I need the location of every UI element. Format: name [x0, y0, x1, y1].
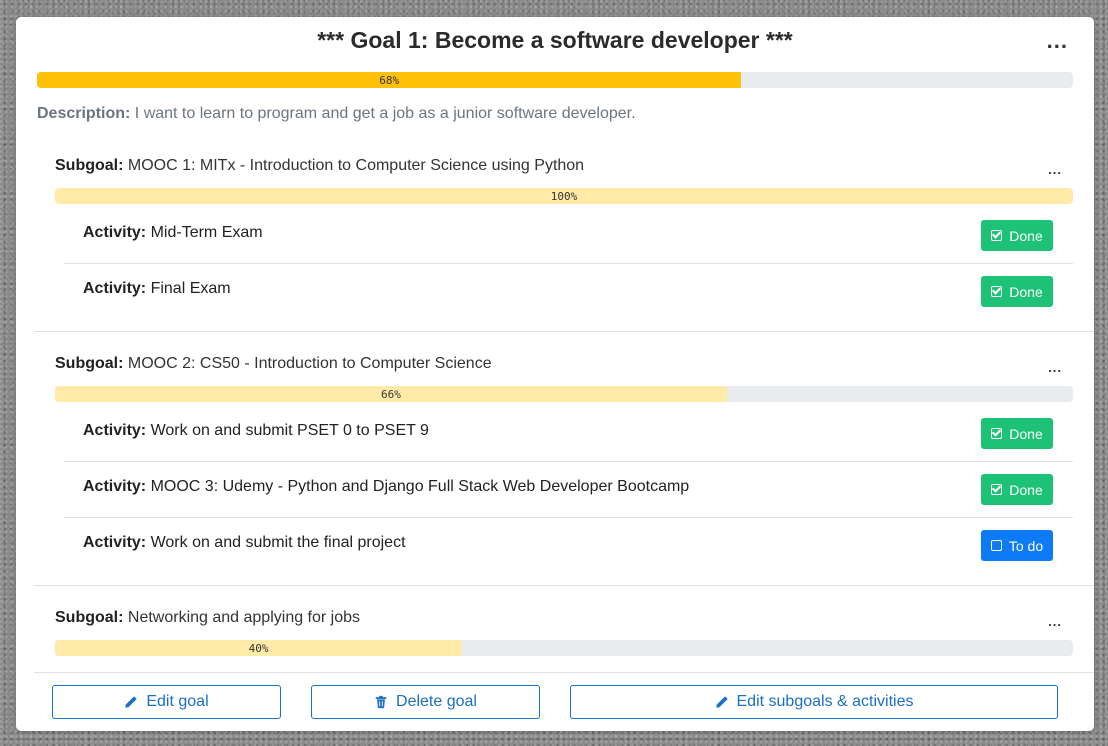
checkbox-checked-icon [991, 286, 1003, 297]
activity-label: Activity: [83, 280, 147, 297]
subgoal-title: Subgoal: MOOC 1: MITx - Introduction to … [55, 157, 584, 175]
todo-button-label: To do [1008, 537, 1044, 554]
goal-progress-fill: 68% [37, 72, 742, 88]
footer-divider [34, 672, 1094, 673]
subgoal-title: Subgoal: MOOC 2: CS50 - Introduction to … [55, 355, 492, 373]
edit-goal-button[interactable]: Edit goal [52, 685, 281, 719]
activity-name: Work on and submit PSET 0 to PSET 9 [150, 422, 429, 439]
goal-progress-label: 68% [379, 73, 400, 87]
divider [64, 263, 1073, 264]
activity-name: Mid-Term Exam [150, 224, 263, 241]
subgoal-progress-bar: 40% [55, 640, 1073, 656]
done-button[interactable]: Done [981, 418, 1053, 449]
todo-button[interactable]: To do [981, 530, 1053, 561]
subgoal-name: Networking and applying for jobs [127, 609, 361, 626]
subgoal-progress-bar: 100% [55, 188, 1073, 204]
subgoal-menu-button[interactable]: ... [1048, 615, 1062, 629]
checkbox-checked-icon [991, 230, 1003, 241]
checkbox-empty-icon [990, 540, 1002, 551]
activity-name: Final Exam [150, 280, 231, 297]
subgoal-progress-fill: 100% [55, 188, 1073, 204]
activity-row: Activity: Mid-Term Exam [83, 224, 263, 242]
goal-progress-bar: 68% [37, 72, 1073, 88]
done-button-label: Done [1009, 283, 1043, 300]
pencil-icon [125, 696, 138, 708]
subgoal-progress-fill: 66% [55, 386, 727, 402]
subgoal-progress-label: 100% [550, 189, 578, 203]
checkbox-checked-icon [991, 428, 1003, 439]
subgoal-menu-button[interactable]: ... [1048, 163, 1062, 177]
goal-description: Description: I want to learn to program … [37, 105, 636, 123]
pencil-icon [715, 696, 728, 708]
subgoal-title: Subgoal: Networking and applying for job… [55, 609, 360, 627]
delete-goal-label: Delete goal [396, 693, 477, 710]
subgoal-progress-fill: 40% [55, 640, 463, 656]
activity-row: Activity: Final Exam [83, 280, 231, 298]
subgoal-name: MOOC 2: CS50 - Introduction to Computer … [127, 355, 492, 372]
subgoal-progress-label: 40% [248, 641, 269, 655]
subgoal-progress-label: 66% [381, 387, 401, 401]
subgoal-label: Subgoal: [55, 355, 124, 372]
checkbox-checked-icon [991, 484, 1003, 495]
activity-label: Activity: [83, 534, 147, 551]
subgoal-progress-bar: 66% [55, 386, 1073, 402]
activity-row: Activity: Work on and submit PSET 0 to P… [83, 422, 429, 440]
activity-label: Activity: [83, 478, 147, 495]
description-label: Description: [37, 105, 131, 122]
edit-subgoals-label: Edit subgoals & activities [736, 693, 914, 710]
trash-icon [375, 695, 387, 709]
done-button-label: Done [1009, 481, 1043, 498]
done-button[interactable]: Done [981, 276, 1053, 307]
subgoal-menu-button[interactable]: ... [1048, 361, 1062, 375]
delete-goal-button[interactable]: Delete goal [311, 685, 540, 719]
activity-label: Activity: [83, 422, 147, 439]
activity-label: Activity: [83, 224, 147, 241]
activity-name: Work on and submit the final project [150, 534, 406, 551]
subgoal-label: Subgoal: [55, 609, 124, 626]
done-button-label: Done [1009, 227, 1043, 244]
description-text: I want to learn to program and get a job… [134, 105, 636, 122]
goal-card: *** Goal 1: Become a software developer … [16, 17, 1094, 731]
activity-row: Activity: MOOC 3: Udemy - Python and Dja… [83, 478, 689, 496]
done-button[interactable]: Done [981, 474, 1053, 505]
subgoal-divider [34, 585, 1094, 586]
subgoal-label: Subgoal: [55, 157, 124, 174]
edit-subgoals-button[interactable]: Edit subgoals & activities [570, 685, 1058, 719]
goal-title: *** Goal 1: Become a software developer … [317, 27, 793, 53]
edit-goal-label: Edit goal [146, 693, 209, 710]
divider [64, 517, 1073, 518]
goal-menu-button[interactable]: ... [1047, 30, 1068, 52]
activity-row: Activity: Work on and submit the final p… [83, 534, 406, 552]
subgoal-name: MOOC 1: MITx - Introduction to Computer … [127, 157, 585, 174]
done-button-label: Done [1009, 425, 1043, 442]
activity-name: MOOC 3: Udemy - Python and Django Full S… [150, 478, 690, 495]
done-button[interactable]: Done [981, 220, 1053, 251]
divider [64, 461, 1073, 462]
subgoal-divider [34, 331, 1094, 332]
